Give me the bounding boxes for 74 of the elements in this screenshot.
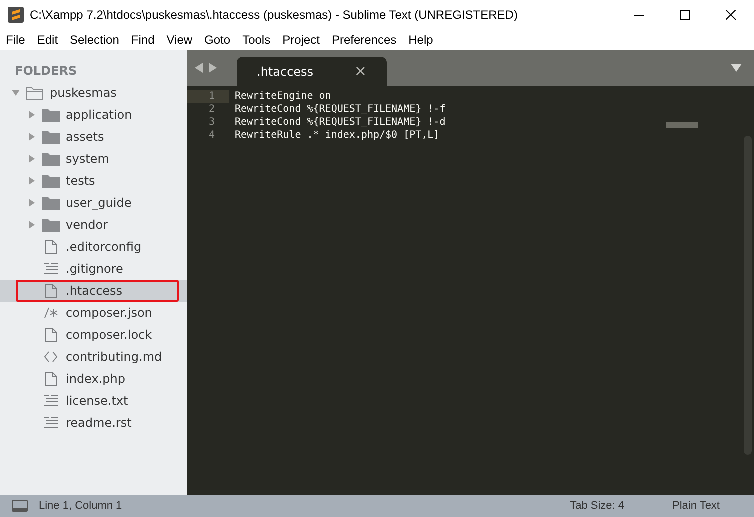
collapsed-arrow-icon[interactable] [28, 199, 36, 207]
document-icon [45, 240, 57, 254]
editor-tab[interactable]: .htaccess × [237, 57, 387, 86]
line-number: 2 [208, 103, 216, 116]
menu-item[interactable]: Preferences [326, 31, 403, 49]
code-line: RewriteEngine on [235, 90, 332, 103]
syntax-setting[interactable]: Plain Text [672, 498, 720, 514]
folder-icon [42, 174, 60, 188]
line-number: 4 [208, 129, 216, 142]
text-lines-icon [44, 395, 58, 407]
tree-entry[interactable]: .editorconfig [0, 236, 187, 258]
tree-folder[interactable]: puskesmas [0, 82, 187, 104]
window-title: C:\Xampp 7.2\htdocs\puskesmas\.htaccess (puskesmas) - Sublime Text (UNREGISTERED) [30, 7, 518, 24]
folder-icon [42, 218, 60, 232]
expanded-arrow-icon[interactable] [12, 89, 20, 97]
code-line: RewriteCond %{REQUEST_FILENAME} !-d [235, 116, 446, 129]
sidebar-heading: FOLDERS [14, 63, 78, 80]
dropdown-arrow-icon[interactable] [731, 64, 742, 72]
text-lines-icon [44, 263, 58, 275]
close-icon [726, 10, 736, 20]
collapsed-arrow-icon[interactable] [28, 111, 36, 119]
tab-close-button[interactable]: × [354, 60, 367, 83]
menu-item[interactable]: Goto [198, 31, 237, 49]
line-number: 3 [208, 116, 216, 129]
tree-entry[interactable]: composer.json [0, 302, 187, 324]
document-icon [45, 328, 57, 342]
menu-item[interactable]: Help [402, 31, 440, 49]
collapsed-arrow-icon[interactable] [28, 177, 36, 185]
folder-icon [42, 108, 60, 122]
minimap-drawing [666, 122, 698, 128]
tree-folder[interactable]: tests [0, 170, 187, 192]
tree-folder[interactable]: vendor [0, 214, 187, 236]
app-logo-icon [8, 7, 24, 23]
folder-icon [42, 196, 60, 210]
panel-icon[interactable] [12, 500, 28, 512]
comment-icon [44, 307, 58, 319]
tree-folder[interactable]: system [0, 148, 187, 170]
tree-folder[interactable]: application [0, 104, 187, 126]
collapsed-arrow-icon[interactable] [28, 221, 36, 229]
menu-item[interactable]: Find [125, 31, 161, 49]
tree-entry[interactable]: license.txt [0, 390, 187, 412]
collapsed-arrow-icon[interactable] [28, 155, 36, 163]
cursor-position: Line 1, Column 1 [39, 498, 122, 514]
document-icon [45, 372, 57, 386]
menu-item[interactable]: Edit [31, 31, 64, 49]
minimize-icon [634, 14, 644, 16]
menu-item[interactable]: View [160, 31, 199, 49]
maximize-icon [680, 10, 690, 20]
code-icon [44, 351, 58, 363]
document-icon [45, 284, 57, 298]
code-line: RewriteCond %{REQUEST_FILENAME} !-f [235, 103, 446, 116]
tree-entry[interactable]: index.php [0, 368, 187, 390]
menu-item[interactable]: File [0, 31, 32, 49]
tree-entry[interactable]: contributing.md [0, 346, 187, 368]
tree-folder[interactable]: assets [0, 126, 187, 148]
menu-item[interactable]: Tools [236, 31, 277, 49]
folder-icon [42, 130, 60, 144]
tree-entry[interactable]: readme.rst [0, 412, 187, 434]
open-folder-icon [26, 86, 44, 100]
tab-label: .htaccess [257, 64, 314, 80]
back-arrow-icon[interactable] [195, 63, 203, 73]
tab-size-setting[interactable]: Tab Size: 4 [570, 498, 624, 514]
menu-item[interactable]: Selection [64, 31, 126, 49]
tree-entry[interactable]: composer.lock [0, 324, 187, 346]
folder-icon [42, 152, 60, 166]
tree-entry[interactable]: .htaccess [0, 280, 187, 302]
line-number: 1 [187, 90, 229, 103]
tree-entry[interactable]: .gitignore [0, 258, 187, 280]
code-line: RewriteRule .* index.php/$0 [PT,L] [235, 129, 440, 142]
tree-folder[interactable]: user_guide [0, 192, 187, 214]
text-lines-icon [44, 417, 58, 429]
menu-item[interactable]: Project [276, 31, 326, 49]
forward-arrow-icon[interactable] [209, 63, 217, 73]
collapsed-arrow-icon[interactable] [28, 133, 36, 141]
